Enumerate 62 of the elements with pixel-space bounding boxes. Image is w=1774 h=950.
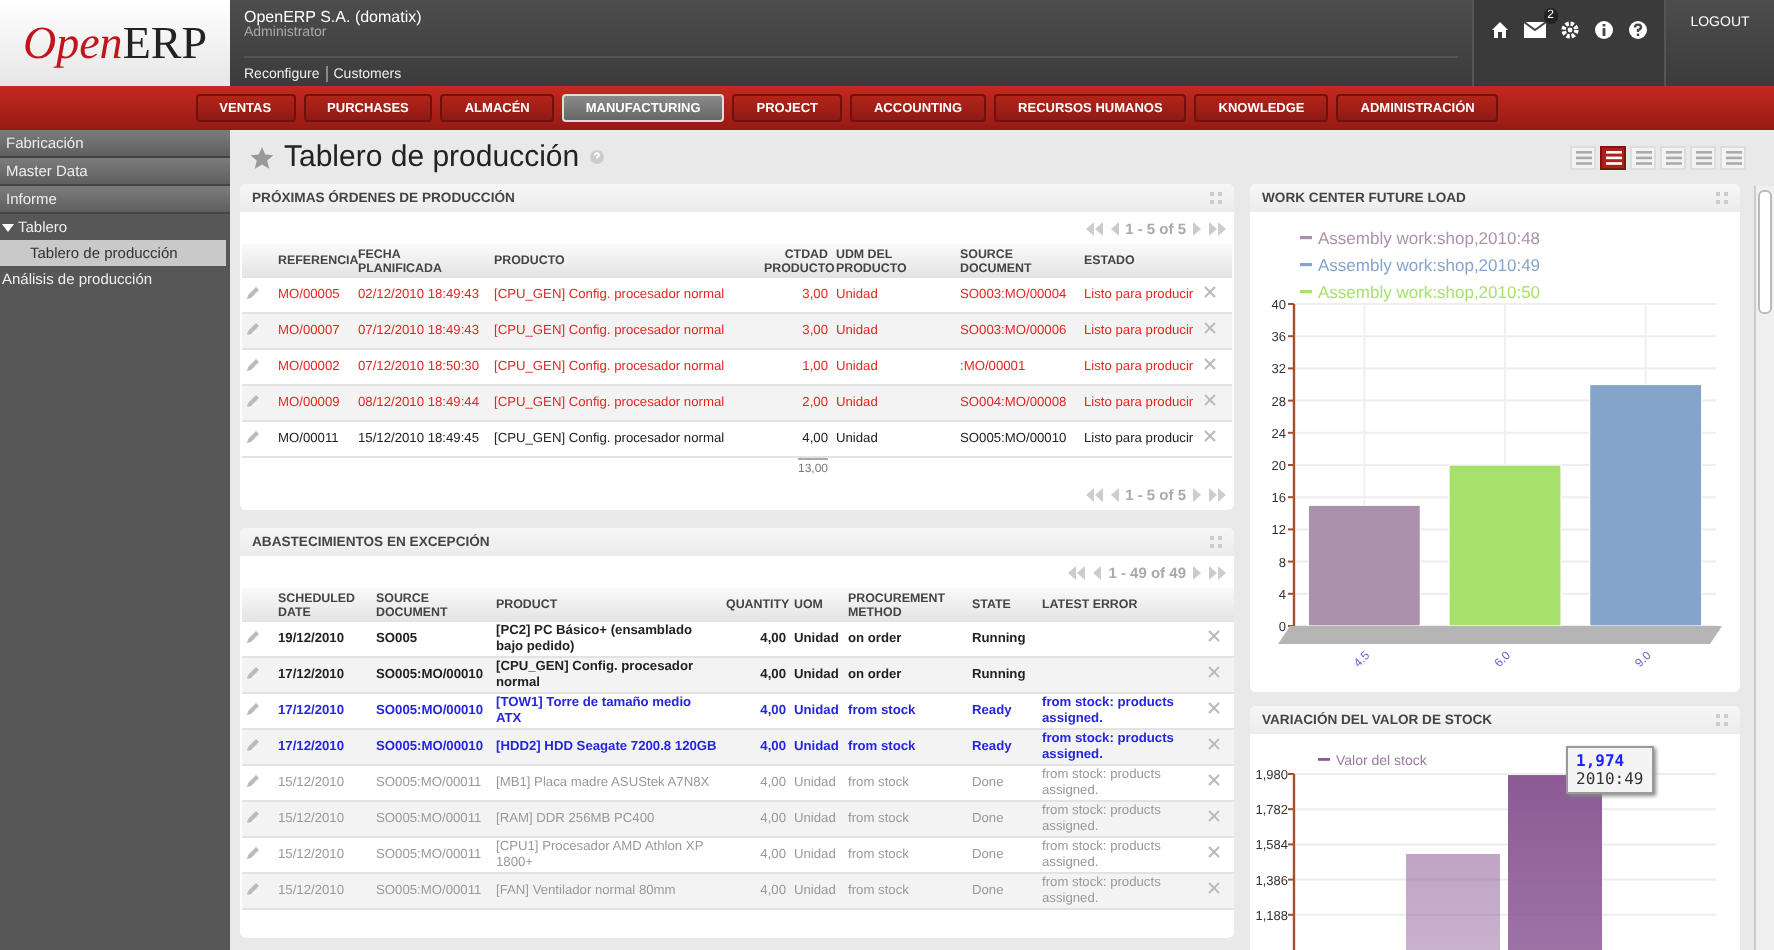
scrollbar[interactable] — [1754, 186, 1774, 950]
mail-icon[interactable] — [1524, 20, 1546, 38]
home-icon[interactable] — [1490, 19, 1510, 39]
last-page-icon[interactable] — [1208, 221, 1226, 235]
next-page-icon[interactable] — [1192, 565, 1202, 579]
legend-item: Assembly work:shop,2010:50 — [1300, 282, 1541, 302]
delete-icon[interactable] — [1208, 774, 1220, 786]
settings-icon[interactable] — [1560, 19, 1580, 39]
scrollbar-thumb[interactable] — [1758, 190, 1772, 314]
edit-pencil-icon[interactable] — [246, 737, 260, 751]
edit-pencil-icon[interactable] — [246, 701, 260, 715]
resize-icon[interactable] — [1716, 714, 1728, 726]
delete-icon[interactable] — [1208, 738, 1220, 750]
edit-pencil-icon[interactable] — [246, 429, 260, 443]
next-page-icon[interactable] — [1192, 221, 1202, 235]
resize-icon[interactable] — [1716, 192, 1728, 204]
edit-pencil-icon[interactable] — [246, 773, 260, 787]
delete-icon[interactable] — [1204, 430, 1216, 442]
tooltip-label: 2010:49 — [1576, 770, 1644, 788]
previous-page-icon[interactable] — [1092, 565, 1103, 579]
edit-pencil-icon[interactable] — [246, 321, 260, 335]
edit-pencil-icon[interactable] — [246, 357, 260, 371]
page-title: Tablero de producción — [284, 140, 580, 174]
edit-pencil-icon[interactable] — [246, 393, 260, 407]
delete-icon[interactable] — [1204, 358, 1216, 370]
delete-icon[interactable] — [1208, 882, 1220, 894]
help-icon[interactable] — [1628, 19, 1648, 39]
delete-icon[interactable] — [1204, 286, 1216, 298]
expand-triangle-icon[interactable] — [2, 221, 14, 233]
delete-icon[interactable] — [1208, 846, 1220, 858]
delete-icon[interactable] — [1204, 394, 1216, 406]
edit-pencil-icon[interactable] — [246, 629, 260, 643]
delete-icon[interactable] — [1208, 810, 1220, 822]
view-mode-button[interactable] — [1600, 145, 1626, 169]
delete-icon[interactable] — [1208, 702, 1220, 714]
edit-pencil-icon[interactable] — [246, 809, 260, 823]
star-icon[interactable] — [250, 145, 274, 169]
delete-icon[interactable] — [1208, 666, 1220, 678]
delete-icon[interactable] — [1208, 630, 1220, 642]
edit-pencil-icon[interactable] — [246, 845, 260, 859]
info-icon[interactable] — [1594, 19, 1614, 39]
resize-icon[interactable] — [1210, 536, 1222, 548]
legend-item: Assembly work:shop,2010:49 — [1300, 255, 1541, 275]
bar[interactable] — [1307, 504, 1421, 627]
last-page-icon[interactable] — [1208, 487, 1226, 501]
logo: OpenERP — [0, 0, 230, 86]
previous-page-icon[interactable] — [1109, 487, 1120, 501]
last-page-icon[interactable] — [1208, 565, 1226, 579]
resize-icon[interactable] — [1210, 192, 1222, 204]
first-page-icon[interactable] — [1085, 221, 1104, 235]
edit-pencil-icon[interactable] — [246, 285, 260, 299]
tooltip-value: 1,974 — [1576, 752, 1627, 770]
edit-pencil-icon[interactable] — [246, 881, 260, 895]
first-page-icon[interactable] — [1068, 565, 1087, 579]
edit-pencil-icon[interactable] — [246, 665, 260, 679]
legend-item: Assembly work:shop,2010:48 — [1300, 228, 1541, 248]
delete-icon[interactable] — [1204, 322, 1216, 334]
next-page-icon[interactable] — [1192, 487, 1202, 501]
first-page-icon[interactable] — [1085, 487, 1104, 501]
previous-page-icon[interactable] — [1109, 221, 1120, 235]
company-name: OpenERP S.A. (domatix) — [244, 8, 424, 26]
bar[interactable] — [1589, 383, 1703, 627]
